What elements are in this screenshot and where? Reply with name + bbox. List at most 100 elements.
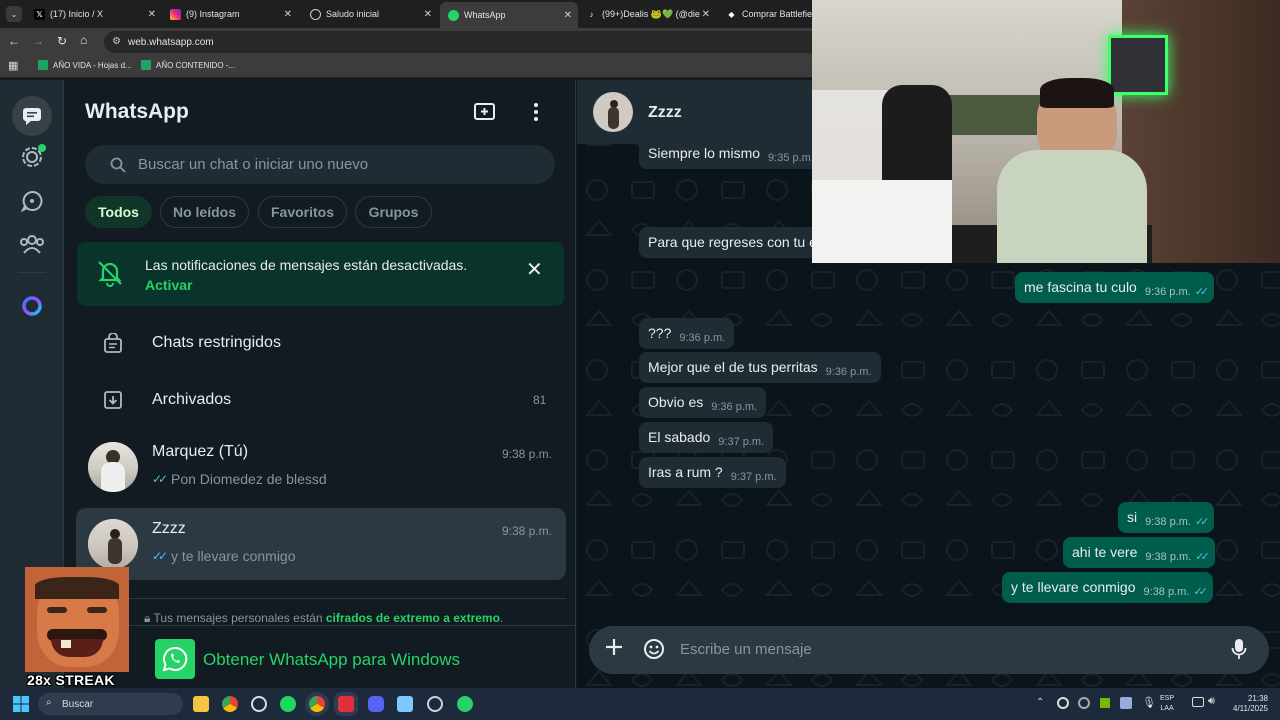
message-in: El sabado 9:37 p.m.	[639, 422, 774, 453]
home-icon[interactable]: ⌂	[80, 33, 87, 47]
forward-icon[interactable]: →	[32, 34, 44, 48]
restricted-chats-row[interactable]: Chats restringidos	[64, 318, 576, 370]
get-whatsapp-banner[interactable]: Obtener WhatsApp para Windows	[64, 625, 576, 688]
message-text: ahi te vere	[1072, 544, 1138, 560]
archived-row[interactable]: Archivados 81	[64, 375, 576, 427]
apps-grid-icon[interactable]: ▦	[8, 59, 18, 72]
lock-icon: 🔒︎	[144, 611, 151, 625]
message-time: 9:38 p.m.	[1145, 551, 1192, 563]
read-ticks-icon: ✓✓	[152, 549, 168, 563]
emoji-icon[interactable]	[643, 638, 665, 665]
message-input[interactable]: Escribe un mensaje	[680, 641, 812, 658]
steam-icon[interactable]	[427, 696, 443, 712]
chatgpt-icon[interactable]	[251, 696, 267, 712]
message-time: 9:35 p.m.	[768, 152, 814, 164]
tab-label: (17) Inicio / X	[50, 9, 104, 19]
app-red-icon[interactable]	[338, 696, 354, 712]
close-tab-icon[interactable]: ✕	[564, 10, 572, 21]
contact-avatar[interactable]	[593, 92, 633, 132]
whatsapp-taskbar-icon[interactable]	[457, 696, 473, 712]
chat-item-marquez[interactable]: Marquez (Tú) 9:38 p.m. ✓✓ Pon Diomedez d…	[76, 431, 566, 503]
message-in: Obvio es 9:36 p.m.	[639, 387, 767, 418]
tray-chevron-icon[interactable]: ⌃	[1036, 697, 1044, 708]
system-clock[interactable]: 21:38 4/11/2025	[1222, 694, 1268, 714]
message-time: 9:37 p.m.	[730, 471, 777, 483]
chats-icon[interactable]	[12, 96, 52, 136]
back-icon[interactable]: ←	[8, 34, 20, 48]
discord-icon[interactable]	[368, 696, 384, 712]
tab-label: Comprar Battlefield	[742, 9, 814, 19]
tab-search-button[interactable]: ⌄	[6, 6, 22, 22]
channels-icon[interactable]	[16, 185, 48, 217]
notepad-icon[interactable]	[397, 696, 413, 712]
new-chat-icon[interactable]	[474, 102, 496, 127]
message-text: y te llevare conmigo	[1011, 579, 1136, 595]
tray-app-icon[interactable]	[1057, 697, 1069, 709]
tiktok-icon: ♪	[589, 9, 594, 19]
filter-no-leidos[interactable]: No leídos	[160, 196, 249, 228]
read-ticks-icon: ✓✓	[1195, 551, 1210, 563]
archived-count: 81	[533, 393, 547, 407]
message-composer: Escribe un mensaje	[589, 626, 1269, 674]
file-explorer-icon[interactable]	[193, 696, 209, 712]
filter-todos[interactable]: Todos	[85, 196, 152, 228]
tab-saludo[interactable]: Saludo inicial ✕	[302, 4, 438, 24]
menu-icon[interactable]	[533, 102, 539, 127]
whatsapp-icon	[448, 9, 459, 21]
message-out: y te llevare conmigo 9:38 p.m. ✓✓	[1002, 572, 1213, 603]
meta-ai-icon[interactable]	[16, 290, 48, 322]
nvidia-icon[interactable]	[1100, 698, 1110, 708]
tray-app-icon[interactable]	[1078, 697, 1090, 709]
bookmark-label: AÑO VIDA - Hojas d...	[53, 60, 132, 70]
close-tab-icon[interactable]: ✕	[284, 9, 292, 20]
clock-time: 21:38	[1247, 694, 1268, 703]
site-info-icon[interactable]: ⚙	[112, 36, 121, 47]
bookmark-ano-contenido[interactable]: AÑO CONTENIDO -...	[141, 60, 235, 70]
chat-preview-text: y te llevare conmigo	[171, 548, 296, 564]
restricted-chats-label: Chats restringidos	[152, 334, 281, 351]
encryption-link[interactable]: cifrados de extremo a extremo	[326, 611, 500, 625]
tab-instagram[interactable]: (9) Instagram ✕	[162, 4, 298, 24]
contact-name: Zzzz	[648, 104, 682, 121]
reload-icon[interactable]: ↻	[57, 34, 67, 48]
chat-item-zzzz[interactable]: Zzzz 9:38 p.m. ✓✓ y te llevare conmigo	[76, 508, 566, 580]
filter-favoritos[interactable]: Favoritos	[258, 196, 347, 228]
message-text: Iras a rum ?	[648, 464, 723, 480]
close-tab-icon[interactable]: ✕	[148, 9, 156, 20]
encryption-prefix: Tus mensajes personales están	[153, 611, 323, 625]
taskbar-search[interactable]: ⌕ Buscar	[38, 693, 183, 715]
display-icon[interactable]	[1192, 697, 1204, 707]
search-input[interactable]: Buscar un chat o iniciar uno nuevo	[85, 145, 555, 184]
tab-battlefield[interactable]: ◆ Comprar Battlefield	[718, 4, 814, 24]
tab-x[interactable]: 𝕏 (17) Inicio / X ✕	[26, 4, 162, 24]
tray-app-icon[interactable]	[1120, 697, 1132, 709]
bookmark-label: AÑO CONTENIDO -...	[156, 60, 236, 70]
microphone-icon[interactable]: 🎙︎	[1142, 696, 1156, 709]
language-indicator[interactable]: ESP LAA	[1160, 694, 1174, 714]
attach-plus-icon[interactable]	[605, 638, 623, 661]
address-bar[interactable]: ⚙ web.whatsapp.com	[104, 31, 904, 53]
tab-tiktok[interactable]: ♪ (99+)Dealis 🐸💚 (@die ✕	[578, 4, 716, 24]
activate-link[interactable]: Activar	[145, 277, 192, 293]
volume-icon[interactable]: 🔊︎	[1208, 695, 1215, 708]
close-tab-icon[interactable]: ✕	[424, 9, 432, 20]
tab-whatsapp[interactable]: WhatsApp ✕	[440, 2, 578, 28]
close-tab-icon[interactable]: ✕	[702, 9, 710, 20]
chrome-icon[interactable]	[222, 696, 238, 712]
spotify-icon[interactable]	[280, 696, 296, 712]
communities-icon[interactable]	[16, 228, 48, 260]
windows-start-icon[interactable]	[13, 696, 29, 712]
microphone-icon[interactable]	[1231, 638, 1247, 665]
close-icon[interactable]: ✕	[526, 257, 543, 282]
message-time: 9:36 p.m.	[679, 332, 726, 344]
chrome-active-icon[interactable]	[309, 696, 325, 712]
filter-grupos[interactable]: Grupos	[355, 196, 432, 228]
read-ticks-icon: ✓✓	[1194, 516, 1210, 528]
read-ticks-icon: ✓✓	[1193, 586, 1208, 598]
bookmark-ano-vida[interactable]: AÑO VIDA - Hojas d...	[38, 60, 132, 70]
chat-preview: ✓✓ Pon Diomedez de blessd	[152, 471, 327, 487]
status-icon[interactable]	[16, 141, 48, 173]
read-ticks-icon: ✓✓	[152, 472, 168, 486]
chat-name: Zzzz	[152, 520, 186, 537]
message-out: si 9:38 p.m. ✓✓	[1118, 502, 1215, 533]
